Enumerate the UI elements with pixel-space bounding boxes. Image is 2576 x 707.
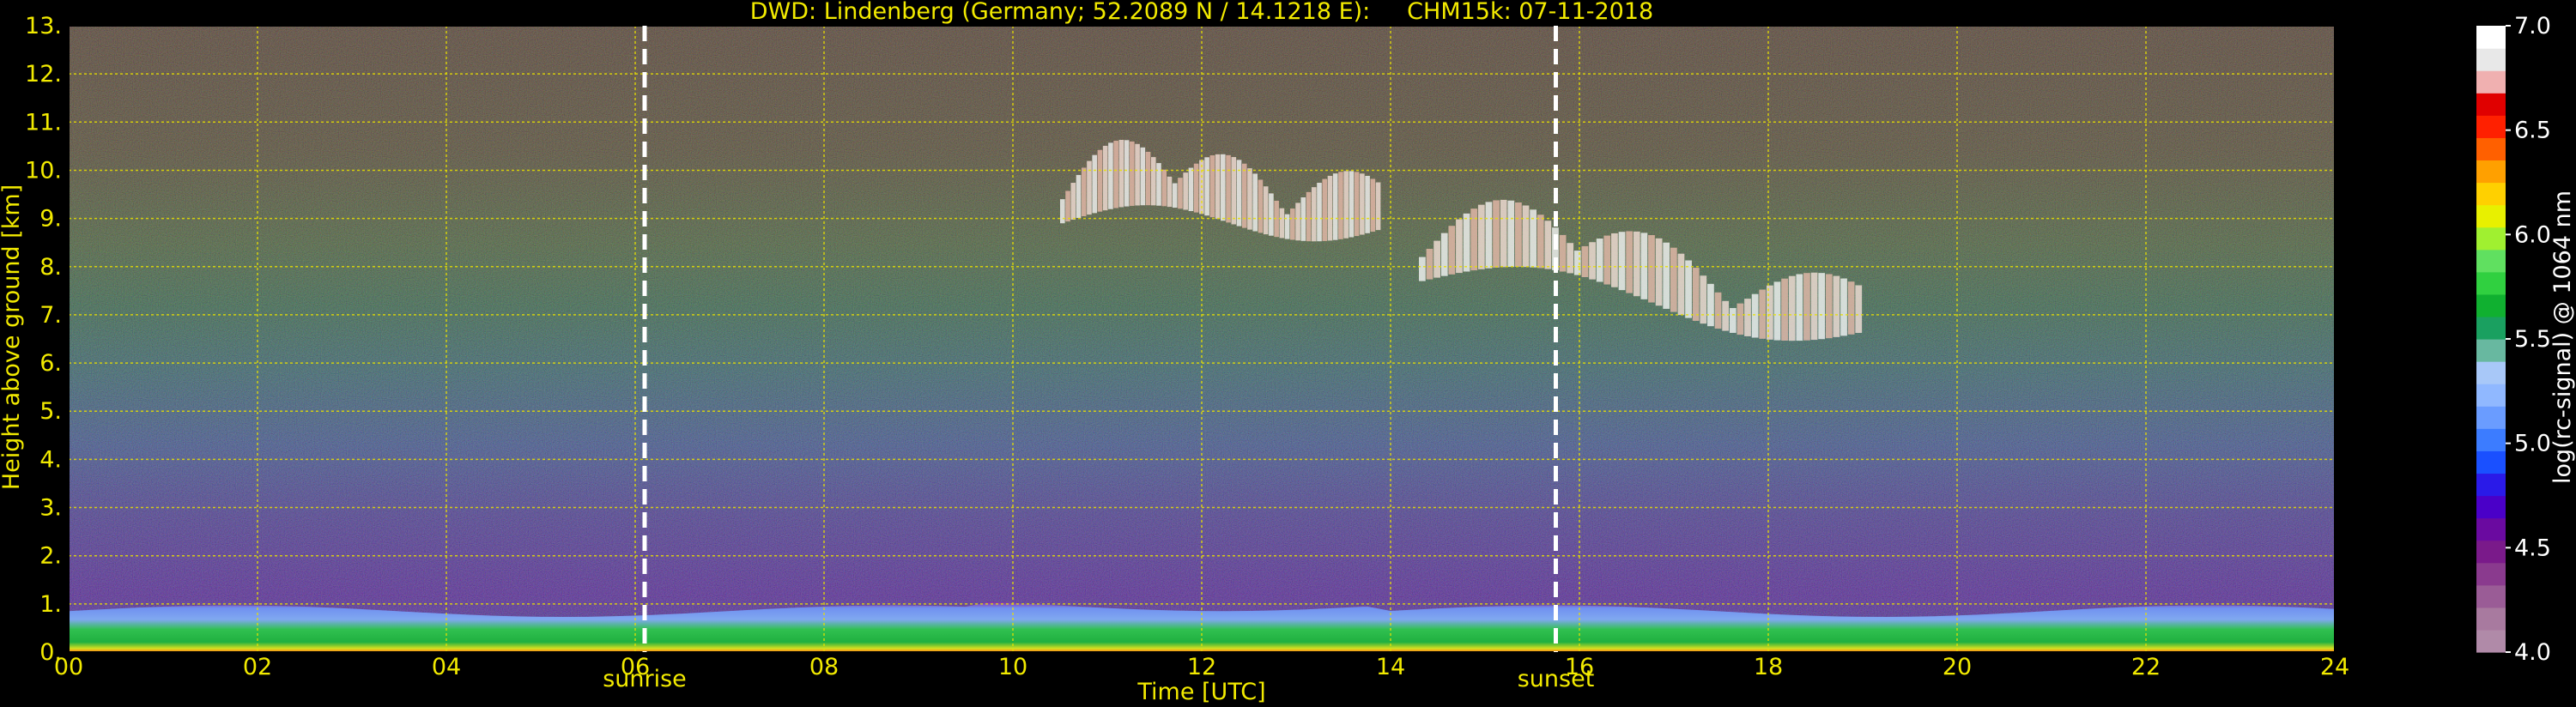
colorbar-label: log(rc-signal) @ 1064 nm — [2549, 190, 2576, 484]
colorbar-swatch — [2476, 361, 2506, 384]
x-tick-label: 06 — [621, 654, 650, 680]
colorbar-swatch — [2476, 540, 2506, 564]
y-tick-label: 11. — [25, 109, 62, 136]
colorbar-swatch — [2476, 48, 2506, 71]
colorbar-tick-label: 5.0 — [2514, 431, 2551, 457]
colorbar-swatch — [2476, 70, 2506, 94]
colorbar-swatch — [2476, 473, 2506, 497]
x-tick-label: 08 — [809, 654, 839, 680]
y-tick-label: 6. — [39, 350, 62, 377]
y-tick-label: 0. — [39, 639, 62, 666]
chart-title: DWD: Lindenberg (Germany; 52.2089 N / 14… — [750, 0, 1653, 25]
colorbar-swatch — [2476, 26, 2506, 49]
y-tick-label: 7. — [39, 302, 62, 329]
x-axis-label: Time [UTC] — [1136, 679, 1265, 705]
colorbar-swatch — [2476, 384, 2506, 407]
colorbar-swatch — [2476, 428, 2506, 451]
y-tick-label: 9. — [39, 206, 62, 233]
colorbar-tick-label: 4.0 — [2514, 639, 2551, 666]
colorbar-swatch — [2476, 517, 2506, 541]
y-tick-label: 12. — [25, 61, 62, 88]
x-tick-label: 10 — [998, 654, 1027, 680]
colorbar-tick-label: 7.0 — [2514, 13, 2551, 39]
x-tick-label: 12 — [1187, 654, 1216, 680]
y-tick-label: 8. — [39, 254, 62, 281]
colorbar-swatch — [2476, 607, 2506, 631]
colorbar-swatch — [2476, 137, 2506, 161]
colorbar-swatch — [2476, 271, 2506, 295]
colorbar: 4.0 4.5 5.0 5.5 6.0 6.5 7.0 — [2476, 13, 2551, 666]
colorbar-tick-label: 4.5 — [2514, 535, 2551, 561]
colorbar-swatch — [2476, 495, 2506, 519]
colorbar-swatch — [2476, 339, 2506, 362]
y-tick-label: 4. — [39, 446, 62, 473]
x-tick-label: 02 — [243, 654, 272, 680]
colorbar-tick-label: 6.0 — [2514, 221, 2551, 248]
lidar-chart: sunrise sunset 00 02 04 06 08 10 12 14 16 18 20 22 24… — [0, 0, 2576, 705]
x-tick-label: 16 — [1565, 654, 1594, 680]
y-tick-label: 5. — [39, 398, 62, 425]
colorbar-tick-label: 5.5 — [2514, 326, 2551, 353]
y-tick-label: 13. — [25, 13, 62, 39]
colorbar-swatch — [2476, 115, 2506, 138]
colorbar-swatch — [2476, 406, 2506, 429]
colorbar-swatch — [2476, 584, 2506, 608]
x-tick-label: 14 — [1376, 654, 1405, 680]
colorbar-swatch — [2476, 182, 2506, 206]
colorbar-swatch — [2476, 562, 2506, 586]
y-tick-label: 2. — [39, 543, 62, 570]
x-tick-label: 24 — [2320, 654, 2349, 680]
colorbar-swatch — [2476, 629, 2506, 653]
colorbar-tick-label: 6.5 — [2514, 118, 2551, 144]
y-tick-label: 10. — [25, 157, 62, 184]
x-tick-label: 20 — [1943, 654, 1972, 680]
x-tick-label: 04 — [432, 654, 461, 680]
x-tick-label: 18 — [1754, 654, 1783, 680]
colorbar-swatch — [2476, 293, 2506, 317]
x-tick-label: 22 — [2131, 654, 2161, 680]
colorbar-swatch — [2476, 249, 2506, 273]
colorbar-swatch — [2476, 160, 2506, 184]
colorbar-swatch — [2476, 204, 2506, 228]
colorbar-swatch — [2476, 227, 2506, 251]
y-tick-label: 3. — [39, 495, 62, 522]
y-tick-label: 1. — [39, 591, 62, 618]
colorbar-swatch — [2476, 316, 2506, 340]
colorbar-swatch — [2476, 93, 2506, 116]
y-axis-label: Height above ground [km] — [0, 184, 25, 490]
colorbar-swatch — [2476, 450, 2506, 474]
